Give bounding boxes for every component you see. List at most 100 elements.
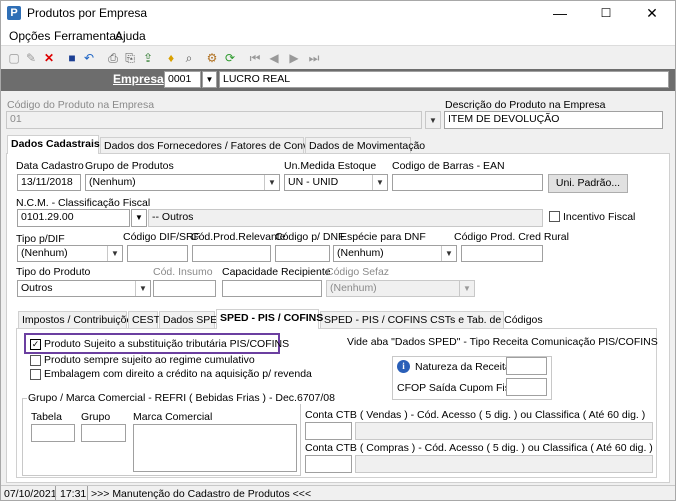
tab-dados-cadastrais[interactable]: Dados Cadastrais bbox=[7, 135, 100, 154]
cod-sefaz-value: (Nenhum) bbox=[330, 282, 377, 294]
status-date: 07/10/2021 bbox=[4, 488, 57, 500]
incentivo-fiscal-checkbox[interactable] bbox=[549, 211, 560, 222]
chk-sujeito-substituicao-label: Produto Sujeito a substituição tributári… bbox=[44, 338, 290, 350]
cod-sefaz-select: (Nenhum) ▼ bbox=[326, 280, 475, 297]
especie-dnf-select[interactable]: (Nenhum) ▼ bbox=[333, 245, 457, 262]
print-preview-icon[interactable]: ⎘ bbox=[122, 50, 138, 66]
capacidade-label: Capacidade Recipiente bbox=[222, 266, 331, 278]
natureza-receita-label: Natureza da Receita: bbox=[415, 361, 514, 373]
chevron-down-icon: ▼ bbox=[459, 281, 474, 296]
tipo-dif-select[interactable]: (Nenhum) ▼ bbox=[17, 245, 123, 262]
cod-cred-rural-field[interactable] bbox=[461, 245, 543, 262]
search-icon[interactable]: ⌕ bbox=[181, 50, 197, 66]
tabela-label: Tabela bbox=[31, 411, 62, 423]
chk-regime-cumulativo-label: Produto sempre sujeito ao regime cumulat… bbox=[44, 354, 255, 366]
minimize-button[interactable]: — bbox=[537, 1, 583, 25]
window-title: Produtos por Empresa bbox=[27, 6, 148, 20]
tab-impostos[interactable]: Impostos / Contribuições bbox=[18, 311, 138, 329]
codigo-dnf-field[interactable] bbox=[275, 245, 330, 262]
marca-comercial-field[interactable] bbox=[133, 424, 297, 472]
codigo-dif-label: Código DIF/SRF bbox=[123, 231, 201, 243]
cod-insumo-field[interactable] bbox=[153, 280, 216, 297]
empresa-label: Empresa bbox=[113, 72, 164, 86]
ncm-description-field: -- Outros bbox=[148, 209, 543, 227]
tabela-field[interactable] bbox=[31, 424, 75, 442]
vide-aba-label: Vide aba "Dados SPED" - Tipo Receita Com… bbox=[347, 336, 658, 348]
menu-opcoes[interactable]: Opções bbox=[9, 29, 50, 43]
main-window: P Produtos por Empresa — ☐ ✕ Opções Ferr… bbox=[0, 0, 676, 501]
cod-prod-relevante-label: Cód.Prod.Relevante bbox=[191, 231, 286, 243]
especie-dnf-label: Espécie para DNF bbox=[340, 231, 426, 243]
first-record-icon[interactable]: ⏮ bbox=[247, 50, 263, 66]
uni-padrao-button[interactable]: Uni. Padrão... bbox=[548, 174, 628, 193]
chk-regime-cumulativo[interactable] bbox=[30, 355, 41, 366]
ncm-dropdown-icon[interactable]: ▼ bbox=[131, 209, 147, 227]
conta-vendas-desc-field bbox=[355, 422, 653, 440]
codigo-barras-label: Codigo de Barras - EAN bbox=[392, 160, 505, 172]
empresa-name-field: LUCRO REAL bbox=[219, 71, 669, 88]
capacidade-field[interactable] bbox=[222, 280, 322, 297]
conta-compras-code-field[interactable] bbox=[305, 455, 352, 473]
tab-sped-pis-cofins[interactable]: SPED - PIS / COFINS bbox=[216, 309, 323, 329]
title-bar: P Produtos por Empresa — ☐ ✕ bbox=[1, 1, 675, 25]
tab-sped-pis-cofins-csts[interactable]: SPED - PIS / COFINS CSTs e Tab. de Códig… bbox=[320, 311, 543, 329]
filter-icon[interactable]: ♦ bbox=[163, 50, 179, 66]
ncm-field[interactable]: 0101.29.00 bbox=[17, 209, 130, 227]
menu-bar: Opções Ferramentas Ajuda bbox=[1, 25, 675, 45]
settings-icon[interactable]: ⚙ bbox=[204, 50, 220, 66]
especie-dnf-value: (Nenhum) bbox=[337, 247, 384, 259]
data-cadastro-field[interactable]: 13/11/2018 bbox=[17, 174, 81, 191]
next-record-icon[interactable]: ▶ bbox=[286, 50, 302, 66]
last-record-icon[interactable]: ⏭ bbox=[306, 50, 322, 66]
chk-sujeito-substituicao[interactable]: ✓ bbox=[30, 339, 41, 350]
dados-cadastrais-panel: Data Cadastro 13/11/2018 Grupo de Produt… bbox=[6, 153, 670, 483]
grupo-field[interactable] bbox=[81, 424, 126, 442]
unmedida-value: UN - UNID bbox=[288, 176, 339, 188]
edit-icon[interactable]: ✎ bbox=[23, 50, 39, 66]
export-icon[interactable]: ⇪ bbox=[140, 50, 156, 66]
conta-compras-label: Conta CTB ( Compras ) - Cód. Acesso ( 5 … bbox=[305, 442, 653, 454]
refresh-icon[interactable]: ⟳ bbox=[222, 50, 238, 66]
cod-prod-relevante-field[interactable] bbox=[192, 245, 271, 262]
cfop-saida-field[interactable] bbox=[506, 378, 547, 396]
tipo-produto-label: Tipo do Produto bbox=[16, 266, 91, 278]
cod-insumo-label: Cód. Insumo bbox=[153, 266, 213, 278]
empresa-code-field[interactable]: 0001 bbox=[164, 71, 201, 88]
menu-ajuda[interactable]: Ajuda bbox=[115, 29, 146, 43]
descricao-produto-field[interactable]: ITEM DE DEVOLUÇÃO bbox=[444, 111, 663, 129]
close-button[interactable]: ✕ bbox=[629, 1, 675, 25]
undo-icon[interactable]: ↶ bbox=[81, 50, 97, 66]
incentivo-fiscal-label: Incentivo Fiscal bbox=[563, 211, 636, 223]
codigo-dif-field[interactable] bbox=[127, 245, 188, 262]
status-time: 17:31 bbox=[60, 488, 87, 500]
unmedida-label: Un.Medida Estoque bbox=[284, 160, 377, 172]
info-icon: i bbox=[397, 360, 410, 373]
chevron-down-icon: ▼ bbox=[372, 175, 387, 190]
menu-ferramentas[interactable]: Ferramentas bbox=[54, 29, 122, 43]
conta-vendas-label: Conta CTB ( Vendas ) - Cód. Acesso ( 5 d… bbox=[305, 409, 646, 421]
prev-record-icon[interactable]: ◀ bbox=[266, 50, 282, 66]
codigo-barras-field[interactable] bbox=[392, 174, 543, 191]
unmedida-select[interactable]: UN - UNID ▼ bbox=[284, 174, 388, 191]
print-icon[interactable]: ⎙ bbox=[105, 50, 121, 66]
status-divider bbox=[55, 486, 56, 500]
save-icon[interactable]: ■ bbox=[64, 50, 80, 66]
natureza-receita-field[interactable] bbox=[506, 357, 547, 375]
status-message: >>> Manutenção do Cadastro de Produtos <… bbox=[91, 488, 312, 500]
toolbar: ▢ ✎ ✕ ■ ↶ ⎙ ⎘ ⇪ ♦ ⌕ ⚙ ⟳ ⏮ ◀ ▶ ⏭ bbox=[1, 45, 675, 69]
delete-icon[interactable]: ✕ bbox=[41, 50, 57, 66]
chk-embalagem-credito[interactable] bbox=[30, 369, 41, 380]
tipo-produto-select[interactable]: Outros ▼ bbox=[17, 280, 151, 297]
grupo-produtos-select[interactable]: (Nenhum) ▼ bbox=[85, 174, 280, 191]
empresa-dropdown-icon[interactable]: ▼ bbox=[202, 71, 217, 88]
grupo-marca-title: Grupo / Marca Comercial - REFRI ( Bebida… bbox=[27, 392, 336, 404]
cod-sefaz-label: Código Sefaz bbox=[326, 266, 390, 278]
codigo-dropdown-icon[interactable]: ▼ bbox=[425, 111, 441, 129]
tab-cest[interactable]: CEST bbox=[128, 311, 160, 329]
tipo-dif-label: Tipo p/DIF bbox=[16, 233, 65, 245]
maximize-button[interactable]: ☐ bbox=[583, 1, 629, 25]
sped-pis-cofins-panel: ✓ Produto Sujeito a substituição tributá… bbox=[16, 328, 658, 478]
tab-dados-sped[interactable]: Dados SPED bbox=[159, 311, 225, 329]
new-icon[interactable]: ▢ bbox=[6, 50, 22, 66]
conta-vendas-code-field[interactable] bbox=[305, 422, 352, 440]
